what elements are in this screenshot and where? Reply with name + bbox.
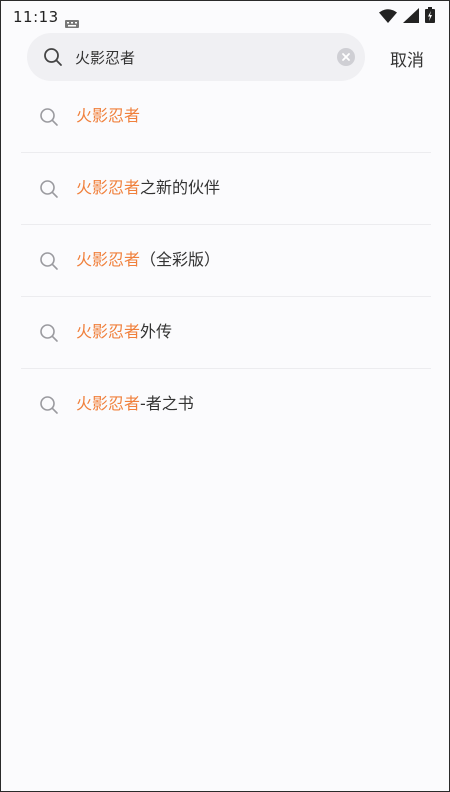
suggestion-highlight: 火影忍者 <box>76 178 141 197</box>
list-item[interactable]: 火影忍者-者之书 <box>21 369 431 440</box>
list-item[interactable]: 火影忍者外传 <box>21 297 431 369</box>
signal-icon <box>403 7 419 27</box>
search-icon <box>39 179 59 199</box>
suggestion-highlight: 火影忍者 <box>76 322 141 341</box>
screen: 11:13 火影忍者 取消 火影忍者 火影忍者之新的伙伴 火影忍者（全彩版） 火… <box>0 0 450 792</box>
cancel-button[interactable]: 取消 <box>390 46 424 71</box>
search-icon <box>43 47 63 67</box>
keyboard-icon <box>65 13 79 28</box>
status-icons <box>379 7 435 27</box>
battery-icon <box>425 7 435 27</box>
suggestion-list: 火影忍者 火影忍者之新的伙伴 火影忍者（全彩版） 火影忍者外传 火影忍者-者之书 <box>21 81 431 440</box>
suggestion-label: 火影忍者外传 <box>76 320 172 344</box>
status-time: 11:13 <box>13 8 59 26</box>
search-icon <box>39 107 59 127</box>
clear-icon[interactable] <box>337 48 355 66</box>
search-icon <box>39 323 59 343</box>
suggestion-rest: （全彩版） <box>140 250 221 269</box>
suggestion-label: 火影忍者（全彩版） <box>76 248 220 272</box>
suggestion-label: 火影忍者 <box>76 104 140 128</box>
status-bar: 11:13 <box>1 1 449 33</box>
suggestion-highlight: 火影忍者 <box>76 250 141 269</box>
wifi-icon <box>379 8 397 27</box>
suggestion-rest: -者之书 <box>140 394 194 413</box>
search-input[interactable] <box>75 33 315 81</box>
list-item[interactable]: 火影忍者 <box>21 81 431 153</box>
list-item[interactable]: 火影忍者之新的伙伴 <box>21 153 431 225</box>
search-bar[interactable] <box>27 33 365 81</box>
suggestion-label: 火影忍者-者之书 <box>76 392 194 416</box>
suggestion-rest: 外传 <box>140 322 173 341</box>
suggestion-rest: 之新的伙伴 <box>140 178 221 197</box>
suggestion-highlight: 火影忍者 <box>76 394 141 413</box>
suggestion-highlight: 火影忍者 <box>76 106 141 125</box>
search-icon <box>39 395 59 415</box>
list-item[interactable]: 火影忍者（全彩版） <box>21 225 431 297</box>
suggestion-label: 火影忍者之新的伙伴 <box>76 176 220 200</box>
search-icon <box>39 251 59 271</box>
